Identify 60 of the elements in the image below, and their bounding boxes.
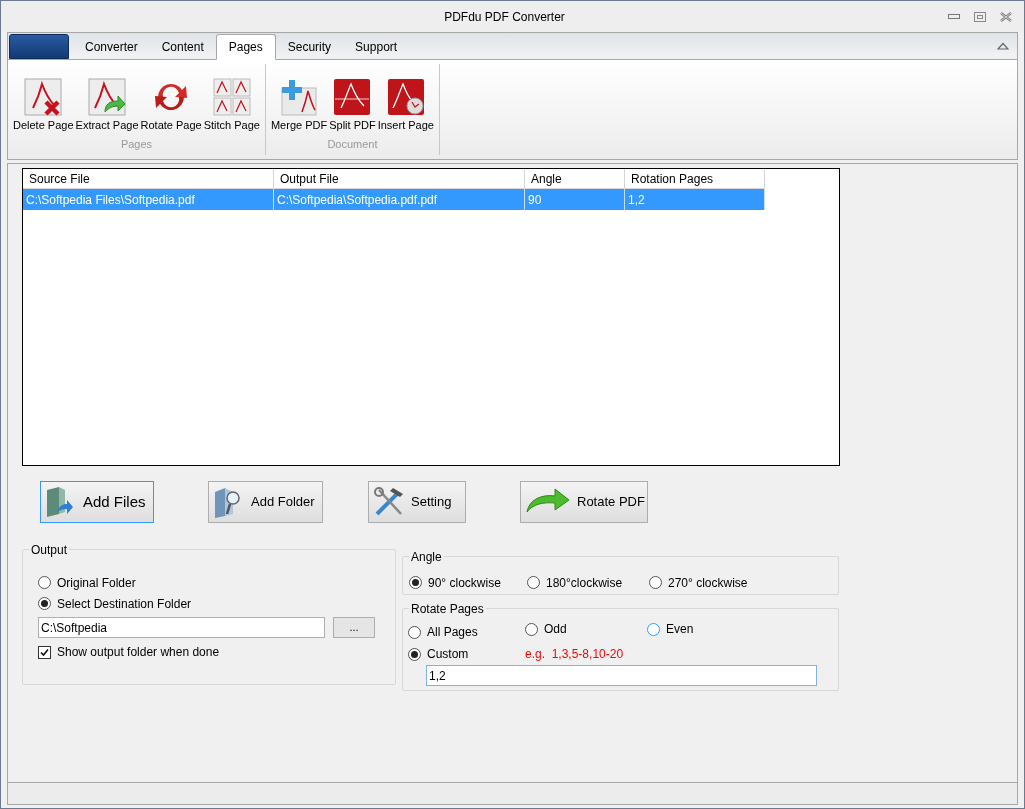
browse-button[interactable]: ... bbox=[333, 617, 375, 638]
option-label[interactable]: Original Folder bbox=[57, 573, 136, 592]
ribbon-button[interactable]: Merge PDF bbox=[269, 78, 329, 134]
option-label[interactable]: 90° clockwise bbox=[428, 573, 501, 592]
maximize-icon[interactable] bbox=[974, 11, 986, 22]
column-header[interactable]: Angle bbox=[525, 169, 625, 189]
ribbon-button[interactable]: Rotate Page bbox=[139, 78, 203, 134]
ribbon-group-label: Document bbox=[327, 136, 378, 152]
radio-button[interactable] bbox=[408, 647, 421, 661]
action-button[interactable]: Rotate PDF bbox=[520, 481, 648, 523]
close-icon[interactable] bbox=[1000, 11, 1012, 22]
pdf-split-icon bbox=[333, 78, 372, 116]
action-button[interactable]: Setting bbox=[368, 481, 466, 523]
action-button[interactable]: Add Folder bbox=[208, 481, 323, 523]
table-cell: 1,2 bbox=[625, 189, 765, 210]
table-cell: 90 bbox=[525, 189, 625, 210]
radio-button[interactable] bbox=[525, 623, 538, 636]
table-cell: C:\Softpedia Files\Softpedia.pdf bbox=[23, 189, 274, 210]
checkbox-label[interactable]: Show output folder when done bbox=[57, 643, 220, 661]
radio-button[interactable] bbox=[409, 576, 422, 589]
option-label[interactable]: Even bbox=[666, 623, 694, 636]
custom-pages-field[interactable]: 1,2 bbox=[426, 665, 817, 686]
radio-button[interactable] bbox=[408, 626, 421, 639]
pdf-grid-icon bbox=[212, 78, 251, 116]
ribbon-group-label: Pages bbox=[120, 136, 153, 152]
checkbox[interactable] bbox=[38, 645, 51, 659]
column-header[interactable]: Source File bbox=[23, 169, 274, 189]
radio-button[interactable] bbox=[649, 576, 662, 589]
action-button[interactable]: Add Files bbox=[40, 481, 154, 523]
pdf-x-icon bbox=[24, 78, 63, 116]
option-label[interactable]: Select Destination Folder bbox=[57, 594, 192, 613]
ribbon-tab[interactable]: Converter bbox=[73, 34, 150, 59]
option-label[interactable]: Odd bbox=[544, 623, 567, 636]
option-label[interactable]: 270° clockwise bbox=[668, 573, 748, 592]
column-header[interactable]: Output File bbox=[274, 169, 525, 189]
folder-field[interactable]: C:\Softpedia bbox=[38, 617, 325, 638]
window-title: PDFdu PDF Converter bbox=[443, 8, 566, 26]
tools-icon bbox=[373, 486, 405, 518]
column-header[interactable]: Rotation Pages bbox=[625, 169, 765, 189]
option-label[interactable]: 180°clockwise bbox=[546, 573, 623, 592]
radio-button[interactable] bbox=[38, 597, 51, 610]
ribbon-button[interactable]: Extract Page bbox=[74, 78, 140, 134]
option-label[interactable]: Custom bbox=[427, 645, 469, 663]
minimize-icon[interactable] bbox=[948, 13, 960, 20]
ribbon-button[interactable]: Delete Page bbox=[12, 78, 75, 134]
plus-pdf-icon bbox=[280, 78, 319, 116]
ribbon-tab[interactable]: Pages bbox=[215, 34, 276, 60]
radio-button[interactable] bbox=[38, 576, 51, 589]
radio-button[interactable] bbox=[647, 623, 660, 636]
ribbon-tab[interactable]: Support bbox=[343, 34, 410, 59]
hint-text: e.g. 1,3,5-8,10-20 bbox=[525, 646, 624, 663]
table-cell: C:\Softpedia\Softpedia.pdf.pdf bbox=[274, 189, 525, 210]
ribbon-tab[interactable]: Security bbox=[275, 34, 344, 59]
collapse-ribbon-icon[interactable] bbox=[997, 42, 1009, 50]
ribbon-tab[interactable]: Content bbox=[149, 34, 216, 59]
ribbon-button[interactable]: Split PDF bbox=[328, 78, 377, 134]
radio-button[interactable] bbox=[527, 576, 540, 589]
ribbon-button[interactable]: Insert Page bbox=[376, 78, 435, 134]
option-label[interactable]: All Pages bbox=[427, 626, 478, 639]
ribbon-button[interactable]: Stitch Page bbox=[202, 78, 261, 134]
